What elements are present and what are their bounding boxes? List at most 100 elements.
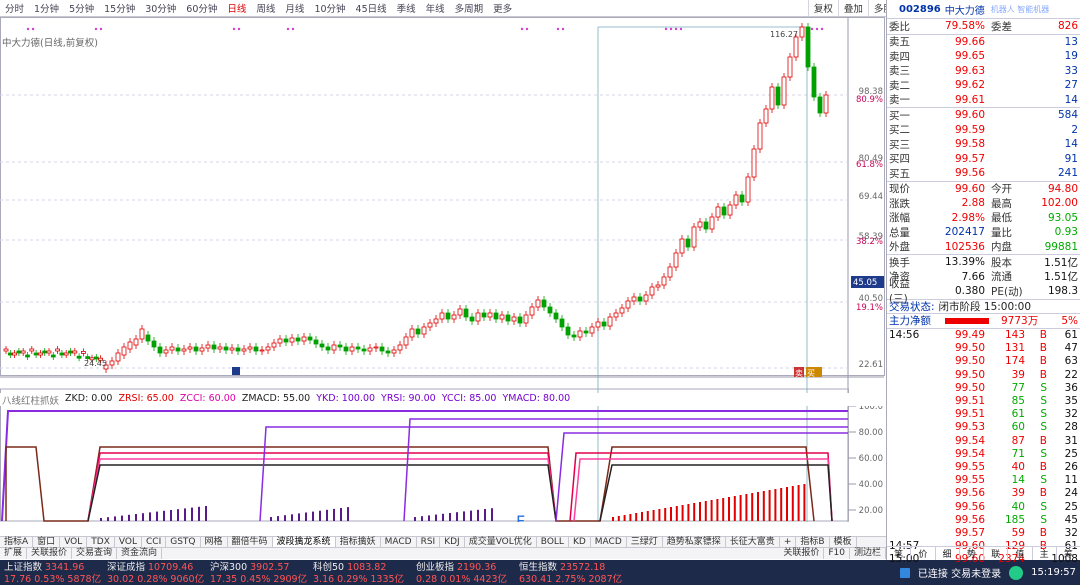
period-tab[interactable]: 季线 <box>392 1 421 15</box>
tick-row[interactable]: 99.54 71 S 25 <box>887 447 1080 460</box>
sidebar-tab[interactable]: F10 <box>824 548 850 559</box>
candle-body <box>493 312 499 320</box>
period-tab[interactable]: 10分钟 <box>309 1 350 15</box>
toolbar-button[interactable]: 叠加 <box>837 0 868 16</box>
netflow-value: 9773万 <box>1001 315 1039 328</box>
period-tab[interactable]: 5分钟 <box>64 1 99 15</box>
candle-body <box>163 349 169 354</box>
extension-tab[interactable]: 关联报价 <box>27 548 73 559</box>
chart-area[interactable]: 98.38 80.49 69.44 58.39 40.50 22.61 80.9% 61.8%… <box>0 17 886 547</box>
tick-row[interactable]: 99.51 61 S 32 <box>887 408 1080 421</box>
tick-row[interactable]: 99.50 77 S 36 <box>887 381 1080 394</box>
indicator-bar <box>658 509 661 521</box>
kline-chart[interactable]: 98.3880.4969.4458.3940.5022.6180.9%61.8%… <box>0 17 886 547</box>
indicator-bar <box>114 516 116 521</box>
candle-body <box>343 346 349 352</box>
stat-value: 99881 <box>1044 240 1078 253</box>
book-row[interactable]: 买一 99.60 584 <box>887 108 1080 123</box>
tick-count: 45 <box>1064 513 1078 526</box>
book-row[interactable]: 卖二 99.62 27 <box>887 78 1080 93</box>
indicator-bar <box>762 491 765 521</box>
period-tab[interactable]: 1分钟 <box>29 1 64 15</box>
book-row[interactable]: 买二 99.59 2 <box>887 123 1080 138</box>
tick-row[interactable]: 99.56 39 B 24 <box>887 487 1080 500</box>
candle-body <box>361 348 367 352</box>
tick-side: S <box>1040 447 1047 460</box>
signal-dot <box>26 27 30 31</box>
index-change: 3.16 0.29% 1335亿 <box>313 574 405 585</box>
book-row[interactable]: 买五 99.56 241 <box>887 166 1080 181</box>
candle-body <box>12 352 18 356</box>
period-tab[interactable]: 30分钟 <box>140 1 181 15</box>
extension-tab[interactable]: 交易查询 <box>72 548 118 559</box>
quote-tab[interactable]: 联 <box>984 547 1009 560</box>
sidebar-tab[interactable]: 关联报价 <box>779 548 825 559</box>
tick-row[interactable]: 99.55 14 S 11 <box>887 474 1080 487</box>
period-tab[interactable]: 45日线 <box>351 1 392 15</box>
tick-side: B <box>1039 329 1047 342</box>
book-row[interactable]: 卖五 99.66 13 <box>887 35 1080 50</box>
tick-count: 32 <box>1064 408 1078 421</box>
quote-tab[interactable]: 笔 <box>887 547 912 560</box>
indicator-name[interactable]: 八线红柱抓妖 <box>2 393 59 407</box>
candle-body <box>379 346 385 352</box>
indicator-bar <box>733 496 736 521</box>
quote-tab[interactable]: 势 <box>960 547 984 560</box>
candle-body <box>259 349 265 352</box>
tick-row[interactable]: 99.53 60 S 28 <box>887 421 1080 434</box>
quote-tab[interactable]: 筹 <box>1057 547 1080 560</box>
tick-qty: 71 <box>1011 447 1025 460</box>
webi-label: 委比 <box>889 20 910 33</box>
book-row[interactable]: 买四 99.57 91 <box>887 152 1080 167</box>
stock-name[interactable]: 中大力德 <box>945 2 985 17</box>
quote-tab[interactable]: 细 <box>936 547 960 560</box>
period-tab[interactable]: 年线 <box>421 1 450 15</box>
period-tab[interactable]: 日线 <box>222 1 251 15</box>
period-tab[interactable]: 更多 <box>488 1 517 15</box>
candle-body <box>799 26 805 38</box>
period-tab[interactable]: 多周期 <box>450 1 489 15</box>
tick-row[interactable]: 99.55 40 B 26 <box>887 460 1080 473</box>
extension-tab[interactable]: 扩展 <box>0 548 28 559</box>
period-tab[interactable]: 分时 <box>0 1 29 15</box>
quote-tab[interactable]: 价 <box>911 547 936 560</box>
book-row[interactable]: 买三 99.58 14 <box>887 137 1080 152</box>
quote-tab[interactable]: 值 <box>1008 547 1033 560</box>
tick-side: S <box>1040 421 1047 434</box>
book-row[interactable]: 卖四 99.65 19 <box>887 49 1080 64</box>
candle-body <box>691 226 697 248</box>
book-row[interactable]: 卖一 99.61 14 <box>887 93 1080 108</box>
candle-body <box>781 76 787 106</box>
quote-stats: 现价 99.60 今开 94.80 涨跌 2.88 最高 102.00 涨幅 2.98% 最低 93.… <box>887 180 1080 255</box>
book-row[interactable]: 卖三 99.63 33 <box>887 64 1080 79</box>
tick-row[interactable]: 99.54 87 B 31 <box>887 434 1080 447</box>
period-tab[interactable]: 月线 <box>280 1 309 15</box>
tick-row[interactable]: 99.56 185 S 45 <box>887 513 1080 526</box>
tick-row[interactable]: 99.57 59 B 32 <box>887 526 1080 539</box>
candle-body <box>25 354 30 358</box>
extension-tab[interactable]: 资金流向 <box>117 548 163 559</box>
tick-row[interactable]: 99.50 131 B 47 <box>887 342 1080 355</box>
toolbar-button[interactable]: 复权 <box>807 0 838 16</box>
netflow-bar <box>945 317 989 324</box>
period-tab[interactable]: 60分钟 <box>181 1 222 15</box>
stock-code[interactable]: 002896 <box>899 4 941 15</box>
period-tab[interactable]: 15分钟 <box>99 1 140 15</box>
tick-list[interactable]: 14:56 99.49 143 B 61 99.50 131 B 47 99.50 174 B 63 99… <box>887 327 1080 566</box>
indicator-bar <box>347 507 349 521</box>
wechat-icon[interactable] <box>1009 565 1024 580</box>
quote-tab[interactable]: 主 <box>1033 547 1057 560</box>
candle-body <box>613 312 619 318</box>
login-status[interactable]: 已连接 交易未登录 <box>918 565 1001 580</box>
connection-icon[interactable] <box>899 567 910 578</box>
stat-value: 0.380 <box>954 285 985 298</box>
tick-row[interactable]: 14:56 99.49 143 B 61 <box>887 329 1080 342</box>
tick-row[interactable]: 99.50 174 B 63 <box>887 355 1080 368</box>
tick-row[interactable]: 99.50 39 B 22 <box>887 368 1080 381</box>
tick-row[interactable]: 99.56 40 S 25 <box>887 500 1080 513</box>
tick-row[interactable]: 99.51 85 S 35 <box>887 394 1080 407</box>
candle-body <box>739 194 745 203</box>
sidebar-tab[interactable]: 测边栏 <box>850 548 886 559</box>
quote-header: 002896 中大力德 机器人 智能机器 <box>887 0 1080 19</box>
period-tab[interactable]: 周线 <box>251 1 280 15</box>
